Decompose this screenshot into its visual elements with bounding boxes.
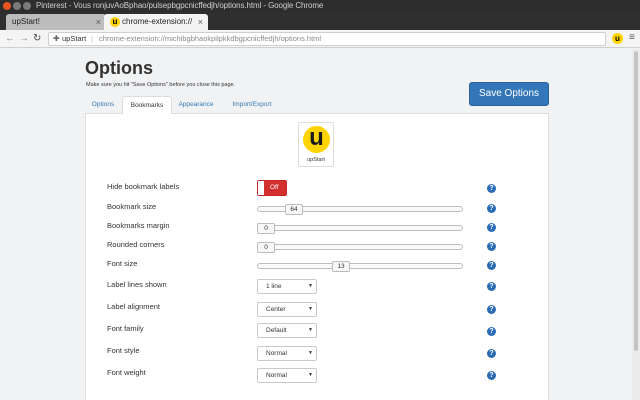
help-icon[interactable]: ? [487,349,496,358]
upstart-extension-icon[interactable]: u [612,33,623,44]
slider-handle[interactable]: 64 [285,204,303,215]
maximize-window-button[interactable] [23,2,31,10]
url-text: chrome-extension://michibgbhaokpilpkkdbg… [99,34,322,43]
bookmark-size-slider[interactable]: 64 [257,204,463,215]
help-icon[interactable]: ? [487,242,496,251]
setting-label: Rounded corners [107,240,165,249]
toggle-state: Off [270,184,279,191]
puzzle-icon: ✚ [53,34,60,43]
window-title: Pinterest - Vous ronjuvAoBphao/pulsepbgp… [36,1,324,10]
close-window-button[interactable] [3,2,11,10]
browser-toolbar: ← → ↻ ✚ upStart | chrome-extension://mic… [0,30,640,48]
close-tab-icon[interactable]: × [198,14,203,30]
browser-tab-upstart[interactable]: upStart! × [6,14,106,30]
font-style-select[interactable]: Normal ▼ [257,346,317,361]
setting-label: Font style [107,346,140,355]
upstart-logo-icon: u [303,126,330,153]
slider-handle[interactable]: 0 [257,223,275,234]
window-titlebar: Pinterest - Vous ronjuvAoBphao/pulsepbgp… [0,0,640,12]
rounded-corners-slider[interactable]: 0 [257,242,463,253]
slider-handle[interactable]: 13 [332,261,350,272]
page-title: Options [85,58,153,78]
toggle-knob [258,181,264,195]
font-weight-select[interactable]: Normal ▼ [257,368,317,383]
url-separator: | [91,34,93,43]
forward-arrow-icon[interactable]: → [19,32,29,45]
select-value: Normal [266,372,287,379]
setting-label: Bookmarks margin [107,221,170,230]
bookmarks-margin-slider[interactable]: 0 [257,223,463,234]
dropdown-arrow-icon: ▼ [308,283,313,289]
setting-label: Font weight [107,368,146,377]
tab-options[interactable]: Options [85,96,121,114]
tab-bookmarks[interactable]: Bookmarks [122,96,172,115]
help-icon[interactable]: ? [487,223,496,232]
browser-tab-label: upStart! [12,17,41,26]
setting-label: Hide bookmark labels [107,182,180,191]
page-subtitle: Make sure you hit "Save Options" before … [86,82,236,88]
tab-appearance[interactable]: Appearance [175,96,217,114]
help-icon[interactable]: ? [487,305,496,314]
page-scrollbar[interactable] [632,49,640,400]
tab-import-export[interactable]: Import/Export [226,96,278,114]
setting-label: Label lines shown [107,280,167,289]
font-size-slider[interactable]: 13 [257,261,463,272]
label-lines-select[interactable]: 1 line ▼ [257,279,317,294]
extension-name: upStart [62,34,87,43]
select-value: Normal [266,350,287,357]
slider-handle[interactable]: 0 [257,242,275,253]
close-tab-icon[interactable]: × [96,14,101,30]
help-icon[interactable]: ? [487,184,496,193]
hide-bookmark-labels-toggle[interactable]: Off [257,180,287,196]
dropdown-arrow-icon: ▼ [308,306,313,312]
scrollbar-thumb[interactable] [634,51,638,351]
select-value: Default [266,327,287,334]
setting-label: Label alignment [107,302,160,311]
help-icon[interactable]: ? [487,261,496,270]
minimize-window-button[interactable] [13,2,21,10]
help-icon[interactable]: ? [487,282,496,291]
setting-label: Font family [107,324,144,333]
menu-icon[interactable]: ≡ [629,31,635,45]
address-bar[interactable]: ✚ upStart | chrome-extension://michibgbh… [48,32,606,46]
select-value: Center [266,306,286,313]
logo-label: upStart [307,157,325,163]
help-icon[interactable]: ? [487,371,496,380]
options-tabs: Options Bookmarks Appearance Import/Expo… [85,96,549,115]
reload-icon[interactable]: ↻ [33,32,41,45]
select-value: 1 line [266,283,282,290]
back-arrow-icon[interactable]: ← [5,32,15,45]
upstart-favicon-icon: u [110,17,120,27]
browser-tab-label: chrome-extension:// [122,17,193,26]
setting-label: Font size [107,259,138,268]
setting-label: Bookmark size [107,202,157,211]
help-icon[interactable]: ? [487,204,496,213]
label-alignment-select[interactable]: Center ▼ [257,302,317,317]
font-family-select[interactable]: Default ▼ [257,323,317,338]
dropdown-arrow-icon: ▼ [308,350,313,356]
browser-tab-strip: upStart! × u chrome-extension:// × [0,12,640,30]
browser-tab-options[interactable]: u chrome-extension:// × [104,14,208,30]
upstart-logo: u upStart [298,122,334,167]
help-icon[interactable]: ? [487,327,496,336]
dropdown-arrow-icon: ▼ [308,327,313,333]
dropdown-arrow-icon: ▼ [308,372,313,378]
